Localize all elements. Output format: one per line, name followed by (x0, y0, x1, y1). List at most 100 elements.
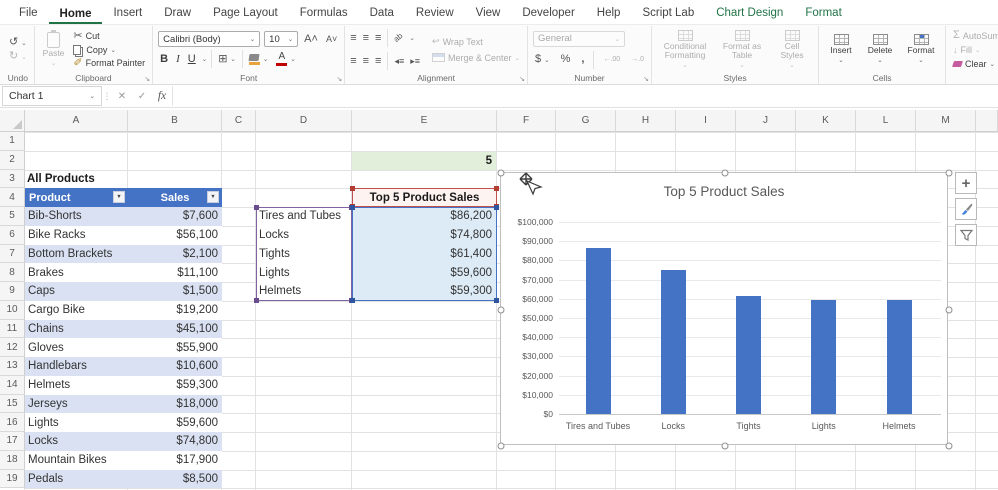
column-header-H[interactable]: H (616, 110, 676, 132)
cancel-icon[interactable]: ✕ (112, 85, 132, 107)
top5-product-cell[interactable]: Helmets (256, 282, 352, 301)
row-header-11[interactable]: 11 (0, 320, 25, 339)
range-handle[interactable] (494, 298, 499, 303)
top5-sales-cell[interactable]: $86,200 (352, 207, 497, 226)
x-axis-category-label[interactable]: Locks (631, 421, 715, 431)
align-bottom-icon[interactable]: ≡ (375, 33, 381, 44)
fill-color-button[interactable]: ⌄ (247, 53, 270, 66)
grow-font-button[interactable]: A˄ (302, 33, 320, 46)
filter-dropdown-icon[interactable]: ▼ (113, 191, 125, 203)
sales-cell[interactable]: $17,900 (128, 451, 222, 470)
column-header-D[interactable]: D (256, 110, 352, 132)
chart-elements-button[interactable]: + (955, 172, 977, 194)
row-header-12[interactable]: 12 (0, 338, 25, 357)
tab-chart-design[interactable]: Chart Design (705, 3, 794, 24)
chart-resize-handle[interactable] (722, 443, 729, 450)
product-cell[interactable]: Gloves (25, 338, 128, 357)
y-axis-tick-label[interactable]: $70,000 (501, 275, 553, 285)
sales-cell[interactable]: $59,300 (128, 376, 222, 395)
range-handle[interactable] (494, 205, 499, 210)
row-header-6[interactable]: 6 (0, 226, 25, 245)
y-axis-tick-label[interactable]: $90,000 (501, 236, 553, 246)
tab-insert[interactable]: Insert (102, 3, 153, 24)
chart-resize-handle[interactable] (946, 306, 953, 313)
align-middle-icon[interactable]: ≡ (363, 33, 369, 44)
product-cell[interactable]: Caps (25, 282, 128, 301)
row-header-14[interactable]: 14 (0, 376, 25, 395)
decrease-decimal-button[interactable]: →.0 (629, 55, 646, 64)
sales-cell[interactable]: $2,100 (128, 245, 222, 264)
row-header-19[interactable]: 19 (0, 470, 25, 489)
column-header-C[interactable]: C (222, 110, 256, 132)
column-header-B[interactable]: B (128, 110, 222, 132)
format-as-table-button[interactable]: Format as Table⌄ (717, 29, 767, 71)
top5-sales-cell[interactable]: $74,800 (352, 226, 497, 245)
tab-script-lab[interactable]: Script Lab (631, 3, 705, 24)
column-chart[interactable]: Top 5 Product Sales $0$10,000$20,000$30,… (500, 172, 948, 445)
orientation-icon[interactable]: ab (393, 32, 405, 44)
row-header-15[interactable]: 15 (0, 395, 25, 414)
cell-e2-top-n-input[interactable]: 5 (352, 152, 497, 170)
y-axis-tick-label[interactable]: $50,000 (501, 313, 553, 323)
format-painter-button[interactable]: ✐Format Painter (71, 57, 147, 70)
shrink-font-button[interactable]: A˅ (324, 34, 339, 45)
cell-a3-all-products[interactable]: All Products (27, 170, 95, 189)
row-header-8[interactable]: 8 (0, 263, 25, 282)
chart-resize-handle[interactable] (498, 306, 505, 313)
top5-sales-cell[interactable]: $59,300 (352, 282, 497, 301)
row-header-10[interactable]: 10 (0, 301, 25, 320)
font-dialog-launcher-icon[interactable]: ↘ (336, 75, 342, 83)
cell-styles-button[interactable]: Cell Styles⌄ (771, 29, 813, 71)
increase-indent-icon[interactable]: ▸≡ (410, 57, 420, 66)
product-cell[interactable]: Chains (25, 320, 128, 339)
tab-page-layout[interactable]: Page Layout (202, 3, 289, 24)
sales-cell[interactable]: $8,500 (128, 470, 222, 489)
clear-button[interactable]: Clear⌄ (951, 58, 998, 70)
row-header-9[interactable]: 9 (0, 282, 25, 301)
delete-cells-button[interactable]: Delete⌄ (862, 33, 898, 65)
range-handle[interactable] (494, 186, 499, 191)
fill-button[interactable]: ↓Fill⌄ (951, 44, 998, 56)
chart-styles-button[interactable] (955, 198, 977, 220)
sales-cell[interactable]: $59,600 (128, 413, 222, 432)
comma-style-button[interactable]: , (579, 53, 586, 66)
align-right-icon[interactable]: ≡ (375, 56, 381, 67)
top5-product-cell[interactable]: Tires and Tubes (256, 207, 352, 226)
row-header-5[interactable]: 5 (0, 207, 25, 226)
formula-bar-splitter[interactable]: ⋮ (102, 85, 112, 107)
sales-cell[interactable]: $10,600 (128, 357, 222, 376)
italic-button[interactable]: I (174, 52, 182, 66)
range-handle[interactable] (254, 205, 259, 210)
y-axis-tick-label[interactable]: $0 (501, 409, 553, 419)
top5-sales-cell[interactable]: $61,400 (352, 245, 497, 264)
top5-product-cell[interactable]: Lights (256, 263, 352, 282)
product-cell[interactable]: Helmets (25, 376, 128, 395)
product-cell[interactable]: Mountain Bikes (25, 451, 128, 470)
conditional-formatting-button[interactable]: Conditional Formatting⌄ (657, 29, 713, 71)
align-top-icon[interactable]: ≡ (350, 33, 356, 44)
clipboard-dialog-launcher-icon[interactable]: ↘ (144, 75, 150, 83)
select-all-button[interactable] (0, 110, 25, 132)
name-box[interactable]: Chart 1⌄ (2, 86, 102, 106)
y-axis-tick-label[interactable]: $40,000 (501, 332, 553, 342)
filter-dropdown-icon[interactable]: ▼ (207, 191, 219, 203)
range-handle[interactable] (350, 298, 355, 303)
undo-button[interactable]: ↺⌄ (7, 36, 29, 49)
tab-help[interactable]: Help (586, 3, 632, 24)
y-axis-tick-label[interactable]: $100,000 (501, 217, 553, 227)
y-axis-tick-label[interactable]: $60,000 (501, 294, 553, 304)
chart-resize-handle[interactable] (946, 443, 953, 450)
row-header-7[interactable]: 7 (0, 245, 25, 264)
column-header-I[interactable]: I (676, 110, 736, 132)
tab-draw[interactable]: Draw (153, 3, 202, 24)
chart-title[interactable]: Top 5 Product Sales (501, 184, 947, 199)
product-cell[interactable]: Brakes (25, 263, 128, 282)
wrap-text-button[interactable]: ↩Wrap Text (430, 36, 522, 48)
tab-home[interactable]: Home (49, 4, 103, 25)
product-cell[interactable]: Pedals (25, 470, 128, 489)
top5-title-cell[interactable]: Top 5 Product Sales (352, 188, 497, 207)
chart-filters-button[interactable] (955, 224, 977, 246)
row-header-18[interactable]: 18 (0, 451, 25, 470)
chart-bar-0[interactable] (586, 248, 611, 414)
paste-button[interactable]: Paste ⌄ (40, 31, 68, 68)
